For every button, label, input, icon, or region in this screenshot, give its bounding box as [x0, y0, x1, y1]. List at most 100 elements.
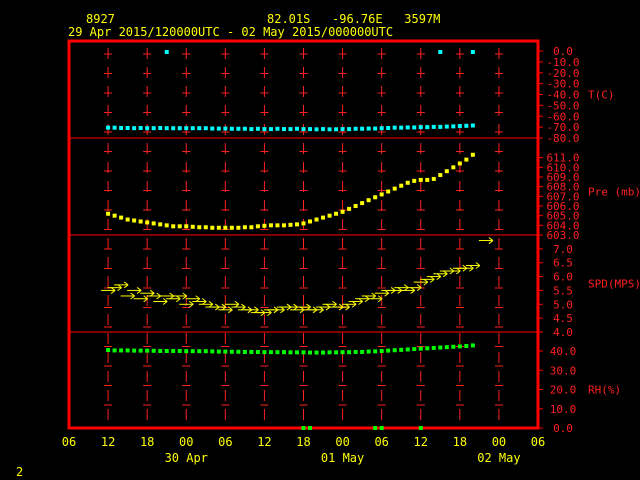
data-point	[451, 344, 456, 349]
x-tick-label: 18	[140, 435, 154, 449]
meteogram: 8927 82.01S -96.76E 3597M 29 Apr 2015/12…	[0, 0, 640, 480]
x-tick-label: 00	[492, 435, 506, 449]
x-tick-label: 06	[218, 435, 232, 449]
panel-wind: 7.06.56.05.55.04.54.0 SPD(MPS)	[101, 237, 640, 339]
data-point	[190, 349, 195, 354]
x-tick-label: 06	[62, 435, 76, 449]
x-tick-label: 18	[453, 435, 467, 449]
data-point	[340, 350, 345, 355]
data-point	[405, 180, 410, 185]
wind-arrow	[283, 303, 298, 311]
data-point	[373, 349, 378, 354]
panel-label: RH(%)	[588, 384, 621, 397]
data-point	[412, 125, 417, 130]
x-tick-label: 12	[257, 435, 271, 449]
data-point	[399, 347, 404, 352]
x-tick-label: 00	[335, 435, 349, 449]
data-point	[125, 217, 130, 222]
data-point	[125, 125, 130, 130]
data-point	[294, 350, 299, 355]
data-point	[177, 224, 182, 229]
data-point	[236, 349, 241, 354]
data-point	[438, 124, 443, 129]
data-point	[379, 192, 384, 197]
data-point	[249, 349, 254, 354]
y-tick-label: 5.0	[553, 298, 573, 311]
wind-arrow	[211, 303, 227, 311]
data-point	[464, 343, 469, 348]
y-tick-label: 30.0	[550, 364, 577, 377]
data-point	[470, 343, 475, 348]
data-point	[308, 350, 313, 355]
data-point	[132, 348, 137, 353]
data-point	[262, 350, 267, 355]
data-point	[470, 152, 475, 157]
data-point	[353, 204, 358, 208]
data-point	[386, 189, 391, 194]
data-point	[216, 126, 221, 131]
data-point	[301, 221, 306, 226]
bottom-marker	[308, 426, 313, 430]
data-point	[242, 349, 247, 354]
data-point	[197, 225, 202, 230]
data-point	[334, 350, 339, 355]
data-point	[457, 344, 462, 349]
data-point	[132, 218, 137, 223]
data-point	[360, 349, 365, 354]
data-point	[112, 125, 117, 130]
data-point	[464, 157, 469, 162]
data-point	[151, 221, 156, 226]
x-tick-label: 06	[374, 435, 388, 449]
data-point	[457, 161, 462, 166]
data-point	[425, 125, 430, 130]
x-tick-label: 00	[179, 435, 193, 449]
data-point	[262, 127, 267, 132]
panel-label: Pre (mb)	[588, 186, 640, 199]
data-point	[457, 124, 462, 129]
data-point	[210, 126, 215, 131]
top-marker	[164, 50, 169, 54]
data-point	[158, 125, 163, 130]
wind-arrow	[309, 306, 324, 314]
data-point	[255, 224, 260, 229]
y-tick-label: 0.0	[553, 422, 573, 435]
data-point	[418, 346, 423, 351]
data-point	[399, 183, 404, 188]
wind-arrow	[459, 264, 474, 272]
data-point	[399, 125, 404, 130]
data-point	[438, 173, 443, 178]
data-point	[164, 223, 169, 228]
data-point	[151, 126, 156, 131]
data-point	[418, 177, 423, 182]
data-point	[314, 217, 319, 222]
data-point	[308, 127, 313, 132]
data-point	[216, 225, 221, 230]
data-point	[379, 349, 384, 353]
data-point	[138, 219, 143, 224]
data-point	[412, 178, 417, 183]
x-tick-label: 12	[101, 435, 115, 449]
data-point	[236, 225, 241, 230]
data-point	[373, 195, 378, 200]
data-point	[418, 125, 423, 130]
data-point	[275, 126, 280, 131]
data-point	[379, 126, 384, 131]
data-point	[268, 350, 273, 355]
data-point	[366, 126, 371, 131]
data-point	[321, 215, 326, 220]
bottom-marker	[373, 426, 378, 430]
data-point	[464, 123, 469, 128]
wind-arrow	[185, 295, 201, 303]
data-point	[451, 165, 456, 170]
data-point	[301, 350, 306, 355]
bottom-marker	[379, 426, 384, 430]
data-point	[229, 126, 234, 131]
data-point	[268, 127, 273, 132]
data-point	[347, 350, 352, 355]
data-point	[281, 350, 286, 355]
data-point	[203, 349, 208, 354]
data-point	[412, 347, 417, 352]
data-point	[203, 225, 208, 230]
data-point	[321, 350, 326, 355]
wind-arrow	[244, 306, 259, 314]
